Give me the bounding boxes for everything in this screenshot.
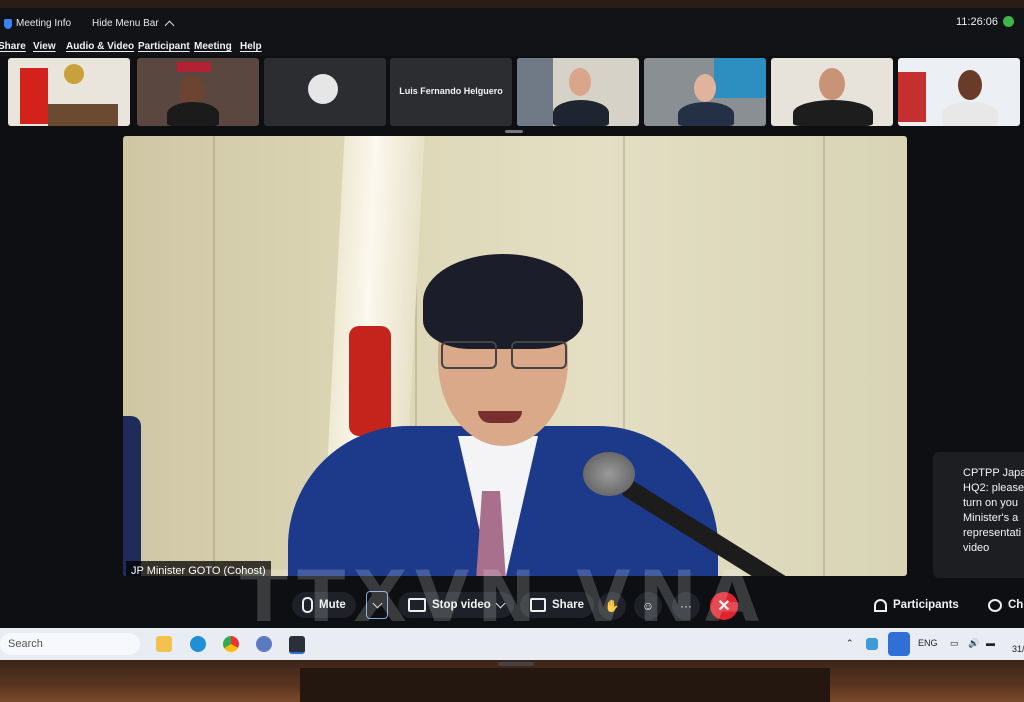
strip-resize-handle[interactable] bbox=[505, 130, 523, 133]
window-image bbox=[714, 58, 766, 98]
hide-menu-bar-button[interactable]: Hide Menu Bar bbox=[92, 18, 175, 31]
participants-icon bbox=[874, 598, 887, 612]
participant-thumbnail[interactable] bbox=[137, 58, 259, 126]
book-cover-image bbox=[517, 58, 553, 126]
menu-share[interactable]: Share bbox=[0, 41, 26, 52]
desk-image bbox=[48, 104, 118, 126]
participant-thumbnail[interactable] bbox=[517, 58, 639, 126]
chat-icon bbox=[988, 598, 1002, 612]
chile-flag-image bbox=[898, 72, 926, 122]
chat-label: Ch bbox=[1008, 599, 1024, 611]
speaker-mouth-image bbox=[478, 411, 522, 423]
participants-button[interactable]: Participants bbox=[874, 592, 959, 618]
os-taskbar: Search ⌃ ENG ▭ 🔊 ▬ 31/ bbox=[0, 628, 1024, 660]
hide-menu-bar-label: Hide Menu Bar bbox=[92, 18, 159, 29]
menu-bar: Share View Audio & Video Participant Mee… bbox=[0, 38, 1024, 56]
participant-thumbnail[interactable] bbox=[8, 58, 130, 126]
title-bar: Meeting Info Hide Menu Bar 11:26:06 bbox=[0, 8, 1024, 38]
menu-meeting[interactable]: Meeting bbox=[194, 41, 232, 52]
battery-icon[interactable]: ▬ bbox=[986, 638, 995, 648]
vietnam-flag-image bbox=[20, 68, 48, 124]
volume-icon[interactable]: 🔊 bbox=[968, 638, 979, 649]
menu-audio-video[interactable]: Audio & Video bbox=[66, 41, 134, 52]
participant-body-image bbox=[678, 102, 734, 126]
participant-thumbnail[interactable] bbox=[771, 58, 893, 126]
participant-body-image bbox=[942, 102, 998, 126]
participant-body-image bbox=[167, 102, 219, 126]
edge-browser-icon[interactable] bbox=[190, 636, 206, 652]
microphone-image bbox=[583, 452, 635, 496]
avatar-icon bbox=[308, 74, 338, 104]
speaker-hair-image bbox=[423, 254, 583, 349]
participant-thumbnail[interactable] bbox=[644, 58, 766, 126]
chat-notification[interactable]: CPTPP Japan HQ2: please turn on you Mini… bbox=[933, 452, 1024, 578]
menu-help[interactable]: Help bbox=[240, 41, 262, 52]
background-person-image bbox=[123, 416, 141, 576]
flag-red-disc-image bbox=[349, 326, 391, 436]
settings-gear-icon[interactable] bbox=[256, 636, 272, 652]
network-icon[interactable]: ▭ bbox=[950, 638, 959, 649]
taskbar-search[interactable]: Search bbox=[0, 633, 140, 655]
participant-thumbnail[interactable] bbox=[264, 58, 386, 126]
monitor-stand bbox=[300, 668, 830, 702]
chrome-icon[interactable] bbox=[223, 636, 239, 652]
participants-label: Participants bbox=[893, 599, 959, 611]
uk-flag-image bbox=[177, 62, 211, 72]
chevron-up-icon[interactable]: ⌃ bbox=[846, 638, 854, 649]
monitor-bezel bbox=[0, 0, 1024, 8]
zoom-window: Meeting Info Hide Menu Bar 11:26:06 Shar… bbox=[0, 8, 1024, 660]
participant-thumbnail[interactable] bbox=[898, 58, 1020, 126]
meeting-app-icon[interactable] bbox=[289, 636, 305, 654]
participant-face-image bbox=[569, 68, 591, 96]
menu-view[interactable]: View bbox=[33, 41, 56, 52]
participant-thumbnail[interactable]: Luis Fernando Helguero bbox=[390, 58, 512, 126]
participant-name: Luis Fernando Helguero bbox=[399, 86, 503, 96]
participant-face-image bbox=[958, 70, 982, 100]
chevron-up-icon bbox=[164, 20, 175, 31]
monitor-logo bbox=[498, 662, 534, 666]
emblem-image bbox=[64, 64, 84, 84]
participant-face-image bbox=[694, 74, 716, 102]
chat-notification-text: CPTPP Japan HQ2: please turn on you Mini… bbox=[963, 467, 1024, 554]
language-indicator[interactable]: ENG bbox=[918, 638, 938, 648]
tray-app-icon[interactable] bbox=[866, 638, 878, 650]
menu-participant[interactable]: Participant bbox=[138, 41, 190, 52]
participant-face-image bbox=[819, 68, 845, 100]
status-indicator-icon bbox=[1003, 16, 1014, 27]
taskbar-date[interactable]: 31/ bbox=[1012, 644, 1024, 654]
microphone-in-use-icon[interactable] bbox=[888, 632, 910, 656]
file-explorer-icon[interactable] bbox=[156, 636, 172, 652]
participant-strip: Luis Fernando Helguero bbox=[0, 58, 1024, 128]
wall-panel-line bbox=[213, 136, 215, 576]
active-speaker-video[interactable]: JP Minister GOTO (Cohost) bbox=[123, 136, 907, 576]
news-agency-watermark: TTXVN VNA bbox=[240, 556, 768, 638]
wall-panel-line bbox=[823, 136, 825, 576]
meeting-info-label: Meeting Info bbox=[16, 18, 72, 29]
chat-button[interactable]: Ch bbox=[988, 592, 1023, 618]
meeting-clock: 11:26:06 bbox=[955, 16, 998, 28]
shield-icon bbox=[4, 18, 12, 29]
meeting-info-button[interactable]: Meeting Info bbox=[4, 18, 71, 29]
search-placeholder: Search bbox=[8, 638, 43, 650]
participant-body-image bbox=[553, 100, 609, 126]
glasses-image bbox=[441, 341, 567, 369]
participant-body-image bbox=[793, 100, 873, 126]
